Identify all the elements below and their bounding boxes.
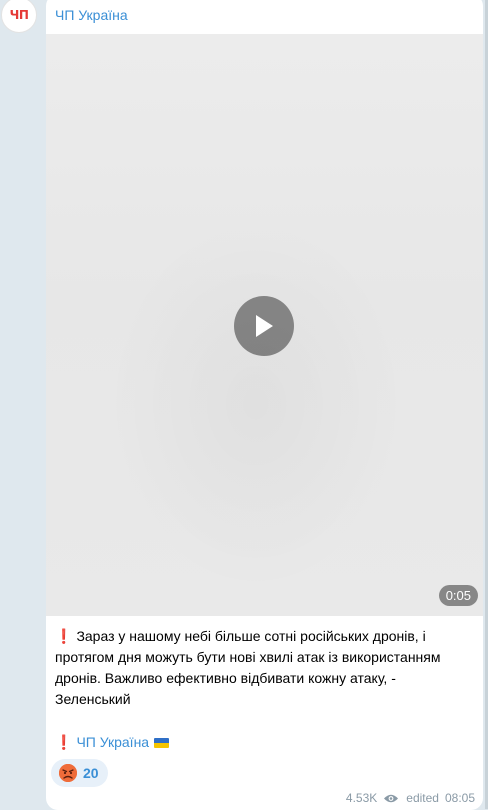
message-signature: ❗ ЧП Україна bbox=[55, 732, 170, 752]
play-button[interactable] bbox=[234, 296, 294, 356]
reaction-button[interactable]: 20 bbox=[51, 759, 108, 787]
exclamation-icon: ❗ bbox=[55, 628, 73, 644]
view-count: 4.53K bbox=[345, 791, 378, 805]
message-caption: ❗ Зараз у нашому небі більше сотні російс… bbox=[55, 626, 471, 710]
signature-link[interactable]: ЧП Україна bbox=[76, 734, 149, 750]
avatar-text: ЧП bbox=[9, 8, 29, 22]
channel-name[interactable]: ЧП Україна bbox=[55, 7, 128, 23]
ukraine-flag-icon bbox=[154, 738, 170, 748]
exclamation-icon: ❗ bbox=[55, 734, 73, 750]
message-bubble: ЧП Україна 0:05 ❗ Зараз у нашому небі біл… bbox=[46, 0, 483, 810]
angry-face-icon bbox=[59, 764, 77, 782]
video-duration: 0:05 bbox=[438, 585, 478, 606]
play-icon bbox=[256, 315, 273, 337]
caption-text: Зараз у нашому небі більше сотні російсь… bbox=[55, 628, 441, 707]
video-player[interactable]: 0:05 bbox=[46, 34, 483, 616]
message-meta: 4.53K edited 08:05 bbox=[346, 791, 475, 805]
message-time: 08:05 bbox=[444, 791, 475, 805]
edited-label: edited bbox=[406, 791, 439, 805]
eye-icon bbox=[384, 794, 399, 802]
reaction-count: 20 bbox=[83, 765, 99, 781]
channel-avatar[interactable]: ЧП bbox=[1, 0, 37, 33]
